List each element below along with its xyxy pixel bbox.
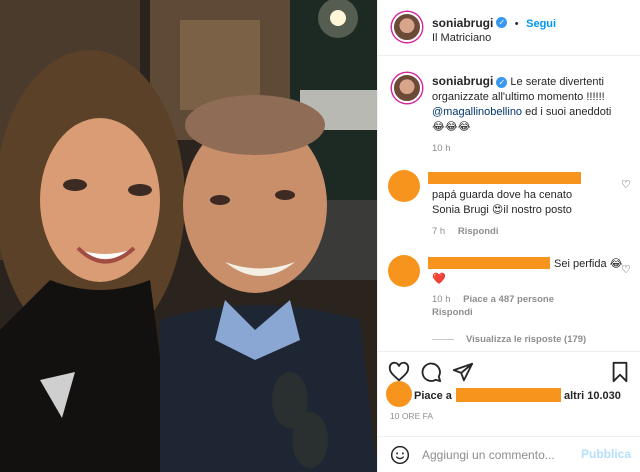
heart-icon[interactable] [388,361,410,383]
comment-avatar[interactable] [388,170,420,202]
caption-line2: organizzate all'ultimo momento !!!!!! [432,91,605,103]
redacted-username [428,172,581,184]
comment-input[interactable] [422,445,572,465]
publish-button[interactable]: Pubblica [581,447,631,461]
instagram-post: soniabrugi ✓ • Segui Il Matriciano soniab… [0,0,640,472]
caption-mention[interactable]: @magallinobellino [432,106,522,118]
bookmark-icon[interactable] [609,361,631,383]
comment-time: 7 h [432,226,446,237]
post-header: soniabrugi ✓ • Segui Il Matriciano [378,0,640,56]
caption-line3: ed i suoi aneddoti [522,106,612,118]
author-username[interactable]: soniabrugi [432,16,493,30]
comment-icon[interactable] [420,361,442,383]
caption-line1: Le serate divertenti [510,76,604,88]
comment-like-icon[interactable]: ♡ [621,178,631,191]
reply-button[interactable]: Rispondi [432,307,473,318]
comment-time: 10 h [432,294,451,305]
caption-emoji: 😂😂😂 [432,121,471,133]
caption-time: 10 h [432,143,451,154]
post-location[interactable]: Il Matriciano [432,32,491,44]
likes-count[interactable]: altri 10.030 [564,390,621,402]
author-avatar[interactable] [392,12,422,42]
follow-button[interactable]: Segui [526,18,556,30]
separator-dot: • [514,18,519,30]
reply-button[interactable]: Rispondi [458,226,499,237]
view-replies-label: Visualizza le risposte (179) [466,334,587,345]
comment-bar: Pubblica [378,436,640,472]
post-photo[interactable] [0,0,377,472]
redacted-liker [456,388,561,402]
caption-avatar[interactable] [392,73,422,103]
comment-line1: papá guarda dove ha cenato [432,189,573,201]
photo-illustration [0,0,377,472]
likes-prefix: Piace a [414,390,452,402]
verified-badge-icon: ✓ [496,17,508,29]
comment-meta: 7 h Rispondi [432,226,499,237]
comment-text: papá guarda dove ha cenato Sonia Brugi 😍… [432,188,572,218]
redacted-username [428,257,550,269]
comment-line1: Sei perfida 😂 [554,258,623,270]
comment-likes-count[interactable]: Piace a 487 persone [463,294,554,305]
post-date: 10 ORE FA [390,411,433,421]
verified-badge-icon: ✓ [496,76,508,88]
share-icon[interactable] [452,361,474,383]
caption-username[interactable]: soniabrugi [432,74,493,88]
action-bar [378,351,640,387]
caption: soniabrugi ✓ Le serate divertenti organiz… [432,74,632,135]
post-sidebar: soniabrugi ✓ • Segui Il Matriciano soniab… [377,0,640,472]
header-user-line: soniabrugi ✓ • Segui [432,14,556,32]
comment-line2: Sonia Brugi 😍il nostro posto [432,204,572,216]
comment-like-icon[interactable]: ♡ [621,263,631,276]
comment-meta: 10 h Piace a 487 persone [432,294,554,305]
replies-divider [432,338,454,340]
comment-avatar[interactable] [388,255,420,287]
view-replies-link[interactable]: Visualizza le risposte (179) [432,334,586,345]
emoji-icon[interactable] [390,445,410,465]
liker-avatar[interactable] [386,381,412,407]
comment-line2: ❤️ [432,273,446,285]
